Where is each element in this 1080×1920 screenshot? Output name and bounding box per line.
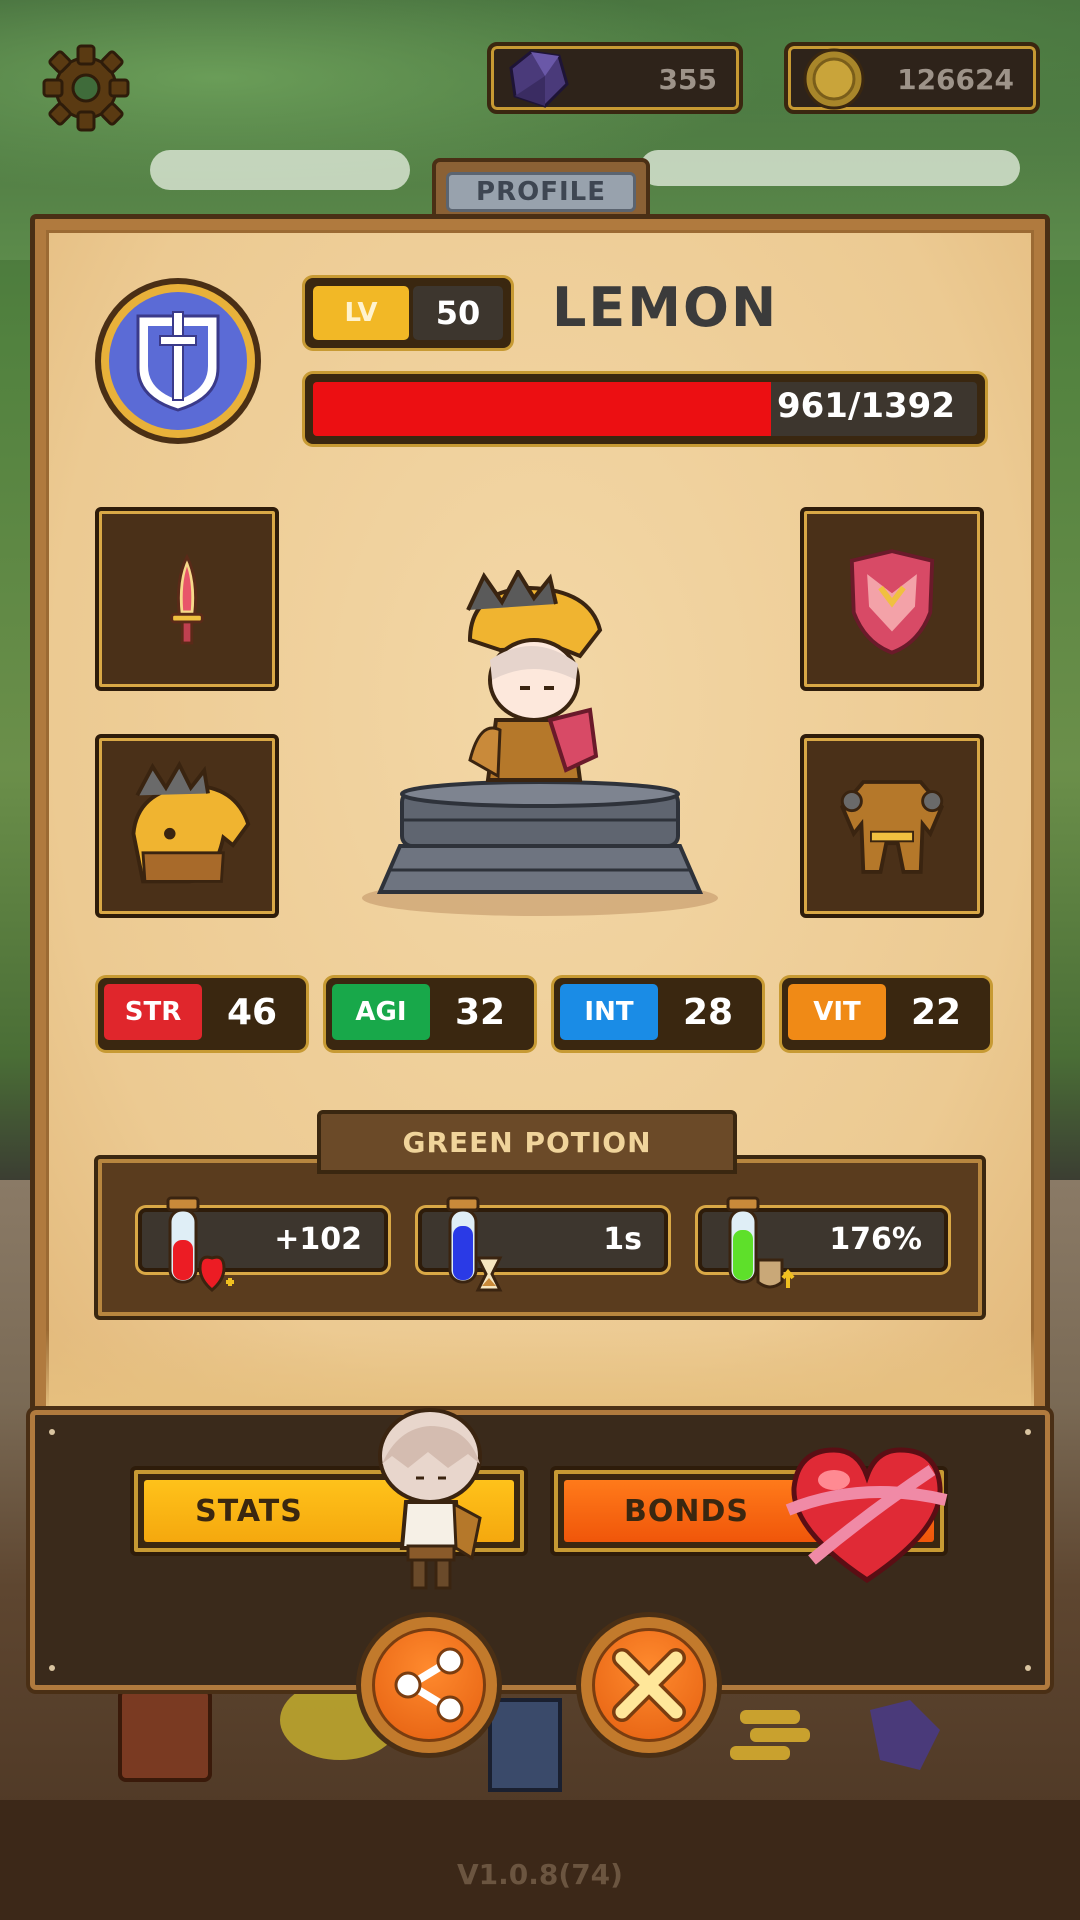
purple-gem-icon: [509, 50, 569, 108]
stat-int: INT 28: [554, 978, 762, 1050]
armor-slot[interactable]: [800, 734, 984, 918]
background-items: [118, 1680, 940, 1792]
level-value: 50: [413, 286, 503, 340]
stat-vit: VIT 22: [782, 978, 990, 1050]
level-badge: LV 50: [305, 278, 511, 348]
close-button[interactable]: [576, 1612, 722, 1758]
helmet-slot[interactable]: [95, 734, 279, 918]
level-label: LV: [313, 286, 409, 340]
close-icon: [612, 1648, 686, 1722]
hp-bar-fill: [313, 382, 771, 436]
shield-slot[interactable]: [800, 507, 984, 691]
share-button[interactable]: [356, 1612, 502, 1758]
stat-label: AGI: [332, 984, 430, 1040]
background-cloud: [640, 150, 1020, 186]
stat-label: STR: [104, 984, 202, 1040]
share-icon: [394, 1647, 464, 1723]
potion-power-value: 176%: [829, 1222, 922, 1257]
stat-label: INT: [560, 984, 658, 1040]
gem-count: 355: [658, 63, 717, 96]
coin-counter[interactable]: 126624: [784, 42, 1040, 114]
bonds-button-label: BONDS: [624, 1493, 749, 1529]
stat-value: 32: [454, 991, 506, 1033]
hero-character: [466, 570, 603, 782]
dino-helmet-icon: [131, 760, 251, 884]
stat-str: STR 46: [98, 978, 306, 1050]
coin-count: 126624: [897, 63, 1014, 96]
dagger-icon: [170, 553, 204, 645]
armor-icon: [840, 780, 944, 874]
chibi-hero-icon: [378, 1408, 482, 1590]
version-label: V1.0.8(74): [457, 1858, 623, 1891]
potion-title-tab: GREEN POTION: [317, 1110, 737, 1174]
stat-value: 22: [910, 991, 962, 1033]
player-name: LEMON: [552, 276, 779, 339]
green-potion-armor-icon: [726, 1196, 795, 1289]
potion-cooldown-value: 1s: [603, 1222, 642, 1257]
blue-potion-hourglass-icon: [446, 1196, 503, 1292]
potion-heal-value: +102: [274, 1222, 362, 1257]
shield-sword-icon: [136, 311, 220, 412]
shield-icon: [849, 549, 935, 655]
character-pedestal: [362, 780, 718, 916]
stat-label: VIT: [788, 984, 886, 1040]
gem-counter[interactable]: 355: [487, 42, 743, 114]
panel-shade: [46, 1330, 1034, 1410]
weapon-slot[interactable]: [95, 507, 279, 691]
background-cloud: [150, 150, 410, 190]
stat-value: 46: [226, 991, 278, 1033]
gold-coin-icon: [803, 48, 865, 110]
hp-text: 961/1392: [776, 386, 955, 426]
heart-bond-icon: [785, 1447, 948, 1584]
class-emblem[interactable]: [95, 278, 261, 444]
profile-tab-label: PROFILE: [446, 172, 636, 212]
stat-value: 28: [682, 991, 734, 1033]
stats-button-label: STATS: [195, 1493, 303, 1529]
red-potion-heart-icon: [166, 1196, 234, 1292]
stat-agi: AGI 32: [326, 978, 534, 1050]
potion-title: GREEN POTION: [402, 1126, 652, 1159]
settings-gear-icon[interactable]: [40, 42, 132, 134]
hp-bar: 961/1392: [305, 374, 985, 444]
